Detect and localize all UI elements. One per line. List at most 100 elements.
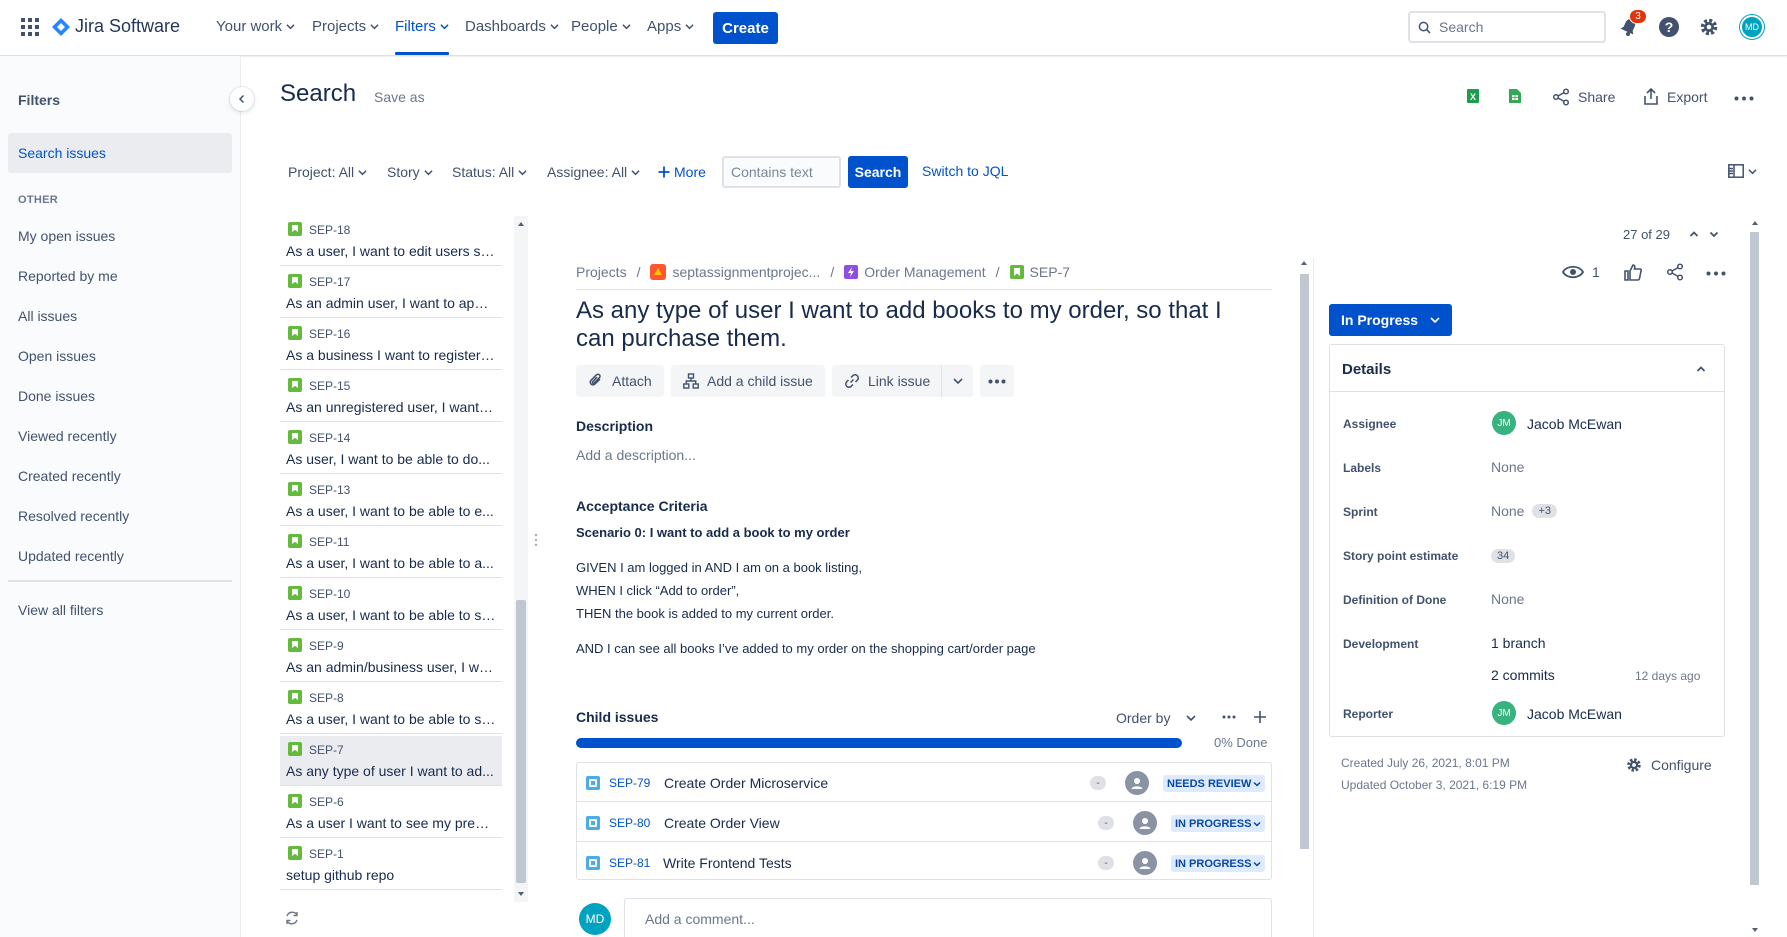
sidebar-item-done-issues[interactable]: Done issues bbox=[18, 388, 95, 404]
help-icon[interactable]: ? bbox=[1658, 16, 1680, 38]
issue-list-item[interactable]: SEP-6 As a user I want to see my previ... bbox=[280, 788, 502, 838]
nav-people[interactable]: People bbox=[571, 18, 631, 35]
share-issue-icon[interactable] bbox=[1666, 263, 1684, 281]
child-issue-key[interactable]: SEP-81 bbox=[609, 856, 650, 870]
sidebar-item-view-all-filters[interactable]: View all filters bbox=[18, 602, 103, 618]
status-dropdown[interactable]: NEEDS REVIEW bbox=[1163, 775, 1266, 792]
status-transition-button[interactable]: In Progress bbox=[1329, 304, 1452, 336]
nav-filters[interactable]: Filters bbox=[395, 18, 449, 55]
breadcrumb-project[interactable]: septassignmentprojec... bbox=[672, 264, 820, 280]
link-issue-dropdown-button[interactable] bbox=[941, 365, 973, 397]
add-child-issue-button[interactable]: Add a child issue bbox=[671, 365, 825, 397]
child-issue-summary[interactable]: Write Frontend Tests bbox=[663, 855, 792, 871]
right-scroll-thumb[interactable] bbox=[1750, 232, 1759, 885]
type-filter[interactable]: Story bbox=[387, 164, 433, 180]
sidebar-item-resolved-recently[interactable]: Resolved recently bbox=[18, 508, 129, 524]
more-filters-button[interactable]: More bbox=[658, 164, 706, 180]
scroll-down-icon[interactable] bbox=[514, 889, 528, 899]
scroll-up-icon[interactable] bbox=[514, 219, 528, 229]
assignee-filter[interactable]: Assignee: All bbox=[547, 164, 640, 180]
settings-gear-icon[interactable] bbox=[1698, 16, 1720, 38]
sidebar-item-updated-recently[interactable]: Updated recently bbox=[18, 548, 124, 564]
layout-switcher-button[interactable] bbox=[1728, 164, 1757, 178]
sidebar-item-all-issues[interactable]: All issues bbox=[18, 308, 77, 324]
chevron-up-icon[interactable] bbox=[1695, 363, 1707, 375]
jira-logo[interactable]: Jira Software bbox=[52, 16, 180, 37]
sprint-value[interactable]: None +3 bbox=[1491, 503, 1558, 519]
user-avatar[interactable]: MD bbox=[1740, 15, 1764, 39]
labels-value[interactable]: None bbox=[1491, 459, 1524, 475]
save-as-button[interactable]: Save as bbox=[374, 89, 425, 105]
child-issue-row[interactable]: SEP-81 Write Frontend Tests - IN PROGRES… bbox=[577, 843, 1271, 882]
issue-list-scroll-thumb[interactable] bbox=[516, 600, 526, 883]
sidebar-item-created-recently[interactable]: Created recently bbox=[18, 468, 121, 484]
watch-button[interactable]: 1 bbox=[1562, 264, 1600, 280]
issue-title[interactable]: As any type of user I want to add books … bbox=[576, 297, 1266, 353]
global-search-input[interactable]: Search bbox=[1408, 11, 1606, 43]
detail-scroll-thumb[interactable] bbox=[1300, 274, 1309, 849]
issue-list-item-selected[interactable]: SEP-7 As any type of user I want to ad... bbox=[280, 736, 502, 786]
child-issue-summary[interactable]: Create Order View bbox=[664, 815, 780, 831]
issue-list-item[interactable]: SEP-9 As an admin/business user, I wa... bbox=[280, 632, 502, 682]
sidebar-item-reported-by-me[interactable]: Reported by me bbox=[18, 268, 118, 284]
issue-list-item[interactable]: SEP-1 setup github repo bbox=[280, 840, 502, 890]
unassigned-avatar-icon[interactable] bbox=[1133, 851, 1157, 875]
issue-list-item[interactable]: SEP-17 As an admin user, I want to appr..… bbox=[280, 268, 502, 318]
reporter-value[interactable]: Jacob McEwan bbox=[1527, 706, 1622, 722]
breadcrumb-issue-key[interactable]: SEP-7 bbox=[1030, 264, 1070, 280]
child-issue-row[interactable]: SEP-79 Create Order Microservice - NEEDS… bbox=[577, 763, 1271, 802]
issue-list-item[interactable]: SEP-14 As user, I want to be able to do..… bbox=[280, 424, 502, 474]
sidebar-item-search-issues[interactable]: Search issues bbox=[8, 133, 232, 173]
resize-handle[interactable] bbox=[534, 533, 538, 547]
unassigned-avatar-icon[interactable] bbox=[1125, 771, 1149, 795]
sheets-export-icon[interactable] bbox=[1508, 88, 1522, 104]
previous-issue-button[interactable] bbox=[1688, 228, 1700, 240]
issue-list-item[interactable]: SEP-18 As a user, I want to edit users so… bbox=[280, 216, 502, 266]
issue-list-item[interactable]: SEP-16 As a business I want to register .… bbox=[280, 320, 502, 370]
collapse-sidebar-button[interactable] bbox=[230, 87, 254, 111]
issue-list-item[interactable]: SEP-13 As a user, I want to be able to e.… bbox=[280, 476, 502, 526]
child-issue-summary[interactable]: Create Order Microservice bbox=[664, 775, 828, 791]
story-point-value[interactable]: 34 bbox=[1491, 546, 1516, 563]
switch-to-jql-link[interactable]: Switch to JQL bbox=[922, 163, 1008, 179]
breadcrumb-projects[interactable]: Projects bbox=[576, 264, 627, 280]
attach-button[interactable]: Attach bbox=[576, 365, 664, 397]
scroll-down-icon[interactable] bbox=[1748, 925, 1762, 935]
scroll-up-icon[interactable] bbox=[1748, 218, 1762, 228]
nav-your-work[interactable]: Your work bbox=[216, 18, 295, 35]
issue-more-actions-icon[interactable] bbox=[1706, 271, 1726, 276]
project-filter[interactable]: Project: All bbox=[288, 164, 367, 180]
unassigned-avatar-icon[interactable] bbox=[1133, 811, 1157, 835]
assignee-value[interactable]: Jacob McEwan bbox=[1527, 416, 1622, 432]
export-button[interactable]: Export bbox=[1643, 88, 1707, 106]
child-more-icon[interactable] bbox=[1222, 715, 1236, 719]
search-button[interactable]: Search bbox=[848, 156, 908, 188]
status-dropdown[interactable]: IN PROGRESS bbox=[1171, 815, 1266, 832]
next-issue-button[interactable] bbox=[1708, 228, 1720, 240]
commits-link[interactable]: 2 commits bbox=[1491, 667, 1555, 683]
nav-projects[interactable]: Projects bbox=[312, 18, 379, 35]
child-issue-key[interactable]: SEP-79 bbox=[609, 776, 650, 790]
sidebar-item-my-open-issues[interactable]: My open issues bbox=[18, 228, 115, 244]
status-filter[interactable]: Status: All bbox=[452, 164, 527, 180]
add-comment-input[interactable]: Add a comment... bbox=[624, 898, 1272, 937]
nav-apps[interactable]: Apps bbox=[647, 18, 694, 35]
breadcrumb-epic[interactable]: Order Management bbox=[864, 264, 985, 280]
issue-list-item[interactable]: SEP-10 As a user, I want to be able to se… bbox=[280, 580, 502, 630]
child-issue-row[interactable]: SEP-80 Create Order View - IN PROGRESS bbox=[577, 803, 1271, 842]
scroll-up-icon[interactable] bbox=[1297, 258, 1311, 268]
child-issue-key[interactable]: SEP-80 bbox=[609, 816, 650, 830]
issue-list-item[interactable]: SEP-8 As a user, I want to be able to se.… bbox=[280, 684, 502, 734]
sidebar-item-open-issues[interactable]: Open issues bbox=[18, 348, 96, 364]
create-button[interactable]: Create bbox=[713, 12, 778, 44]
details-header[interactable]: Details bbox=[1330, 345, 1724, 392]
app-switcher-icon[interactable] bbox=[21, 18, 39, 36]
link-issue-button[interactable]: Link issue bbox=[832, 365, 943, 397]
issue-list-item[interactable]: SEP-11 As a user, I want to be able to a.… bbox=[280, 528, 502, 578]
excel-export-icon[interactable]: X bbox=[1465, 88, 1481, 104]
refresh-icon[interactable] bbox=[284, 910, 300, 926]
order-by-button[interactable]: Order by bbox=[1116, 710, 1197, 726]
nav-dashboards[interactable]: Dashboards bbox=[465, 18, 559, 35]
definition-of-done-value[interactable]: None bbox=[1491, 591, 1524, 607]
share-button[interactable]: Share bbox=[1552, 88, 1615, 106]
